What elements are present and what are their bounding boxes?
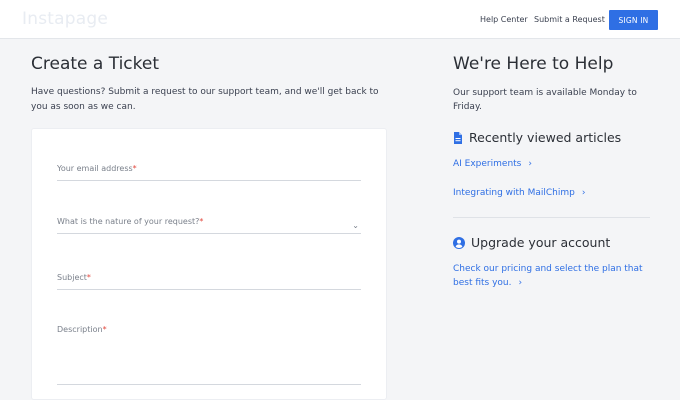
chevron-down-icon: ⌄ [352,221,359,230]
brand-logo[interactable]: Instapage [22,9,108,29]
required-marker: * [86,273,91,282]
description-field[interactable]: Description* [57,317,361,385]
sign-in-button[interactable]: SIGN IN [609,10,658,30]
intro-text: Have questions? Submit a request to our … [31,87,379,112]
availability-text: Our support team is available Monday to … [453,88,637,112]
upgrade-heading: Upgrade your account [453,235,610,252]
recent-articles-heading: Recently viewed articles [453,130,621,147]
email-field[interactable]: Your email address* [57,156,361,181]
required-marker: * [102,325,107,334]
sidebar-divider [453,217,650,218]
article-link-mailchimp[interactable]: Integrating with MailChimp › [453,188,585,198]
ticket-form: Your email address* What is the nature o… [31,128,387,400]
user-circle-icon [453,237,465,252]
page-title: Create a Ticket [31,54,160,74]
chevron-right-icon: › [581,188,586,198]
request-type-label: What is the nature of your request?* [57,217,204,226]
sidebar-title: We're Here to Help [453,54,614,74]
required-marker: * [132,164,137,173]
chevron-right-icon: › [518,278,523,288]
nav-help-center[interactable]: Help Center [480,15,528,24]
document-icon [453,132,463,147]
article-link-ai-experiments[interactable]: AI Experiments › [453,159,532,169]
subject-field[interactable]: Subject* [57,265,361,290]
email-field-label: Your email address* [57,164,137,173]
subject-field-label: Subject* [57,273,91,282]
request-type-select[interactable]: What is the nature of your request?* ⌄ [57,209,361,234]
chevron-right-icon: › [528,159,532,169]
pricing-link[interactable]: Check our pricing and select the plan th… [453,262,663,290]
required-marker: * [199,217,204,226]
nav-submit-request[interactable]: Submit a Request [534,15,605,24]
description-field-label: Description* [57,325,107,334]
top-header: Instapage Help Center Submit a Request S… [0,0,680,39]
